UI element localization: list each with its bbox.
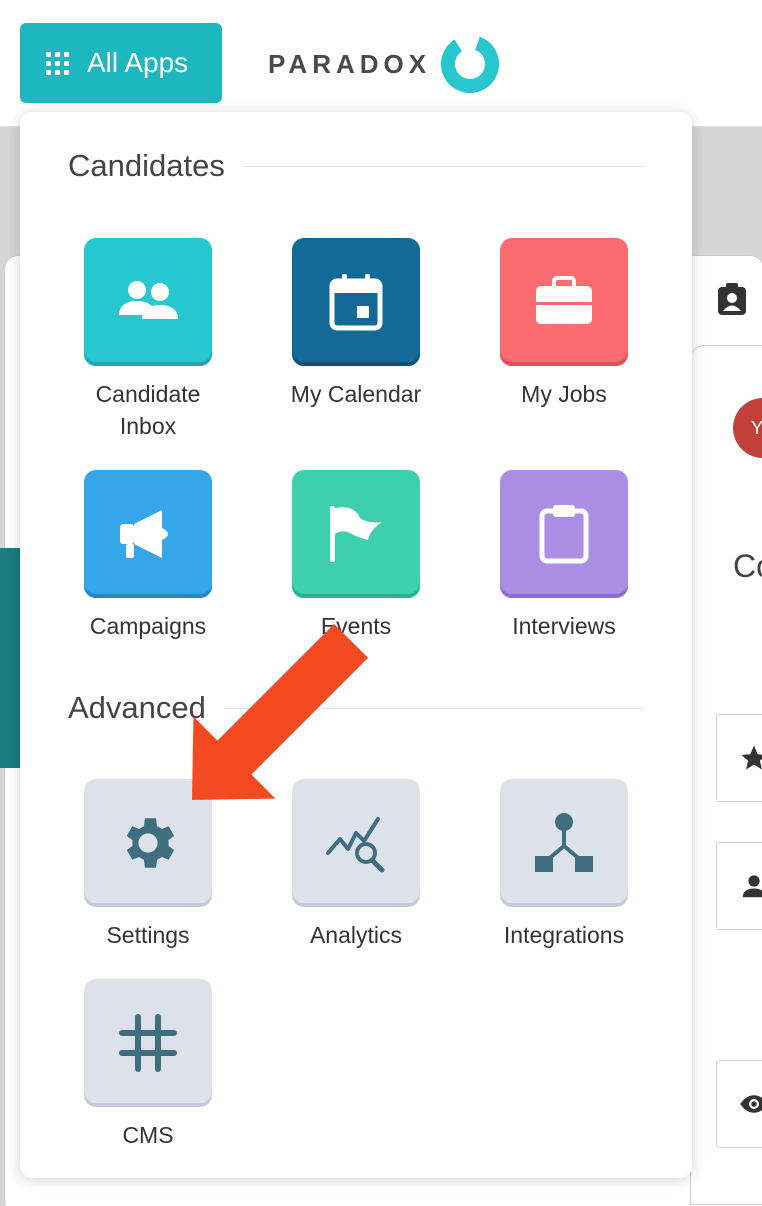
app-candidate-inbox[interactable]: Candidate Inbox (48, 238, 248, 442)
app-label: Analytics (309, 922, 403, 948)
app-label: My Calendar (290, 381, 422, 407)
background-teal-strip (0, 548, 22, 768)
background-partial-heading: Co (733, 548, 762, 584)
flag-icon (330, 506, 382, 562)
section-header-candidates: Candidates (68, 148, 644, 184)
app-label: Settings (106, 922, 190, 948)
app-my-jobs[interactable]: My Jobs (464, 238, 664, 410)
section-header-advanced: Advanced (68, 690, 644, 726)
analytics-tile (292, 779, 420, 907)
app-integrations[interactable]: Integrations (464, 779, 664, 951)
hash-icon (119, 1014, 177, 1072)
app-label: Events (320, 613, 392, 639)
app-interviews[interactable]: Interviews (464, 470, 664, 642)
gear-icon (126, 818, 175, 868)
eye-button[interactable] (716, 1060, 762, 1148)
section-title: Candidates (68, 148, 225, 183)
paradox-logo[interactable]: PARADOX (268, 33, 501, 95)
person-icon (742, 875, 762, 898)
divider (223, 707, 644, 709)
events-tile (292, 470, 420, 598)
integrations-icon (535, 813, 593, 872)
divider (242, 165, 644, 167)
clipboard-badge-icon[interactable] (716, 283, 748, 322)
app-settings[interactable]: Settings (48, 779, 248, 951)
app-label: Candidate (95, 381, 201, 407)
all-apps-button[interactable]: All Apps (20, 23, 222, 103)
app-campaigns[interactable]: Campaigns (48, 470, 248, 642)
candidate-inbox-tile (84, 238, 212, 366)
paradox-logo-icon (441, 35, 500, 93)
app-analytics[interactable]: Analytics (256, 779, 456, 951)
app-my-calendar[interactable]: My Calendar (256, 238, 456, 410)
calendar-icon (329, 274, 383, 331)
app-label: My Jobs (521, 381, 607, 407)
campaigns-tile (84, 470, 212, 598)
star-icon (741, 745, 762, 770)
settings-tile (84, 779, 212, 907)
app-label: CMS (122, 1122, 174, 1148)
megaphone-icon (120, 510, 168, 558)
cms-tile (84, 979, 212, 1107)
interviews-tile (500, 470, 628, 598)
person-button[interactable] (716, 842, 762, 930)
app-label: Integrations (503, 922, 625, 948)
app-events[interactable]: Events (256, 470, 456, 642)
app-label: Inbox (119, 413, 177, 439)
integrations-tile (500, 779, 628, 907)
clipboard-icon (539, 505, 589, 564)
section-title: Advanced (68, 690, 206, 725)
my-calendar-tile (292, 238, 420, 366)
grid-icon (46, 51, 69, 75)
my-jobs-tile (500, 238, 628, 366)
users-icon (119, 281, 178, 319)
eye-icon (740, 1095, 762, 1113)
all-apps-dropdown: Candidates Candidate Inbox My Calendar M… (20, 112, 692, 1178)
analytics-icon (326, 817, 385, 873)
app-label: Interviews (512, 613, 616, 639)
top-bar: All Apps PARADOX (0, 0, 762, 127)
app-cms[interactable]: CMS (48, 979, 248, 1151)
logo-text: PARADOX (268, 48, 432, 79)
all-apps-label: All Apps (87, 47, 189, 78)
star-button[interactable] (716, 714, 762, 802)
briefcase-icon (536, 276, 592, 324)
app-label: Campaigns (89, 613, 207, 639)
